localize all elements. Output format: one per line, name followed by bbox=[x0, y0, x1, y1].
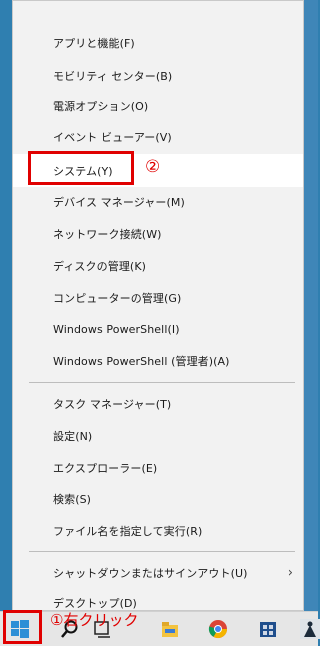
menu-item-label: ネットワーク接続(W) bbox=[53, 227, 162, 241]
windows-start-icon[interactable] bbox=[9, 618, 31, 640]
menu-item-powershell-admin[interactable]: Windows PowerShell (管理者)(A) bbox=[13, 344, 303, 377]
menu-item-label: システム(Y) bbox=[53, 164, 113, 178]
menu-item-label: シャットダウンまたはサインアウト(U) bbox=[53, 566, 248, 580]
menu-item-label: イベント ビューアー(V) bbox=[53, 130, 172, 144]
menu-item-computer-management[interactable]: コンピューターの管理(G) bbox=[13, 281, 303, 314]
menu-item-shutdown-signout[interactable]: シャットダウンまたはサインアウト(U) › bbox=[13, 556, 303, 589]
menu-item-explorer[interactable]: エクスプローラー(E) bbox=[13, 451, 303, 484]
taskbar bbox=[0, 611, 320, 646]
menu-item-label: 検索(S) bbox=[53, 492, 92, 506]
menu-item-label: 設定(N) bbox=[53, 429, 93, 443]
annotation-step1: ①右クリック bbox=[50, 611, 139, 629]
winx-context-menu: アプリと機能(F) モビリティ センター(B) 電源オプション(O) イベント … bbox=[12, 0, 304, 611]
app-icon[interactable] bbox=[300, 619, 320, 639]
menu-item-label: タスク マネージャー(T) bbox=[53, 397, 172, 411]
menu-item-apps-features[interactable]: アプリと機能(F) bbox=[13, 26, 303, 59]
desktop-background bbox=[0, 0, 12, 611]
menu-item-label: エクスプローラー(E) bbox=[53, 461, 158, 475]
menu-item-task-manager[interactable]: タスク マネージャー(T) bbox=[13, 387, 303, 420]
menu-item-label: デバイス マネージャー(M) bbox=[53, 195, 185, 209]
menu-item-settings[interactable]: 設定(N) bbox=[13, 419, 303, 452]
chrome-icon[interactable] bbox=[208, 619, 228, 639]
menu-item-mobility-center[interactable]: モビリティ センター(B) bbox=[13, 59, 303, 92]
menu-item-label: 電源オプション(O) bbox=[53, 99, 149, 113]
menu-item-powershell[interactable]: Windows PowerShell(I) bbox=[13, 313, 303, 346]
file-explorer-icon[interactable] bbox=[160, 619, 180, 639]
menu-separator bbox=[29, 551, 295, 552]
menu-item-label: モビリティ センター(B) bbox=[53, 69, 173, 83]
desktop-background-right bbox=[304, 0, 318, 611]
menu-separator bbox=[29, 382, 295, 383]
store-app-icon[interactable] bbox=[258, 619, 278, 639]
menu-item-label: ファイル名を指定して実行(R) bbox=[53, 524, 203, 538]
menu-item-power-options[interactable]: 電源オプション(O) bbox=[13, 89, 303, 122]
annotation-step2: ② bbox=[145, 157, 161, 177]
menu-item-label: アプリと機能(F) bbox=[53, 36, 135, 50]
menu-item-network-connections[interactable]: ネットワーク接続(W) bbox=[13, 217, 303, 250]
menu-item-label: Windows PowerShell (管理者)(A) bbox=[53, 354, 230, 368]
menu-item-search[interactable]: 検索(S) bbox=[13, 482, 303, 515]
menu-item-disk-management[interactable]: ディスクの管理(K) bbox=[13, 249, 303, 282]
menu-item-label: コンピューターの管理(G) bbox=[53, 291, 182, 305]
menu-item-event-viewer[interactable]: イベント ビューアー(V) bbox=[13, 120, 303, 153]
menu-item-label: ディスクの管理(K) bbox=[53, 259, 147, 273]
menu-item-device-manager[interactable]: デバイス マネージャー(M) bbox=[13, 185, 303, 218]
menu-item-run[interactable]: ファイル名を指定して実行(R) bbox=[13, 514, 303, 547]
menu-item-label: Windows PowerShell(I) bbox=[53, 323, 180, 336]
chevron-right-icon: › bbox=[287, 565, 293, 580]
